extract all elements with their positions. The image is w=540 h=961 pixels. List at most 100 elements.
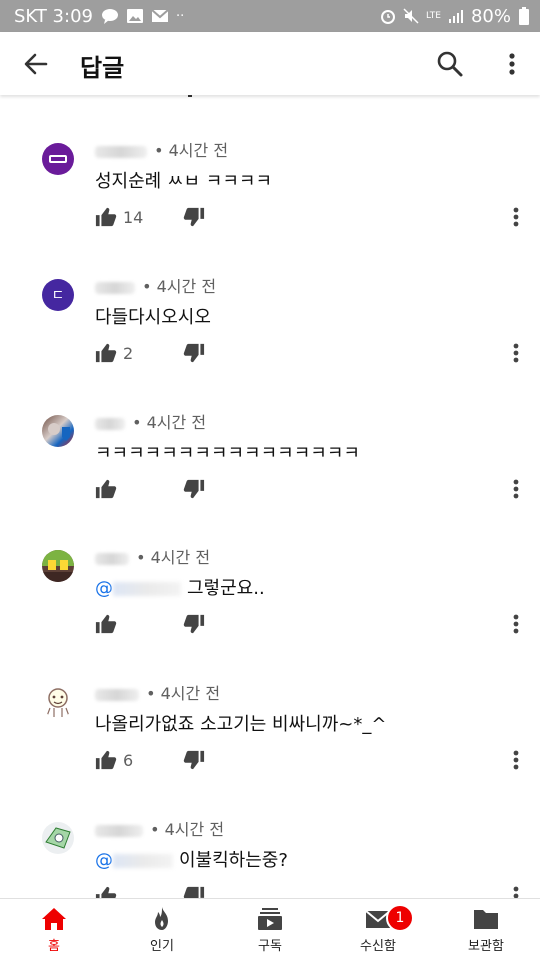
mention-link[interactable]: @ [95, 578, 113, 599]
gmail-icon [151, 9, 169, 22]
comment-time: • 4시간 전 [150, 820, 225, 839]
more-vert-icon[interactable] [505, 746, 527, 774]
comment-actions [95, 610, 205, 638]
avatar-picture-icon [48, 423, 70, 441]
more-options-icon[interactable] [498, 50, 526, 78]
like-icon[interactable] [95, 478, 117, 500]
comment-item: • 4시간 전 성지순례 ㅆㅂ ㅋㅋㅋㅋ 14 [0, 141, 540, 273]
comment-time: • 4시간 전 [132, 413, 207, 432]
back-arrow-icon[interactable] [22, 50, 50, 78]
avatar[interactable] [42, 143, 74, 175]
like-icon[interactable] [95, 885, 117, 898]
mention-link[interactable]: @ [95, 850, 113, 871]
avatar-sketch-icon [45, 827, 71, 849]
like-count: 6 [123, 750, 134, 770]
home-icon [42, 908, 66, 930]
nav-subscriptions[interactable]: 구독 [216, 899, 324, 961]
dislike-icon[interactable] [183, 342, 205, 364]
more-vert-icon[interactable] [505, 610, 527, 638]
more-notifications-icon: ·· [175, 8, 185, 24]
avatar[interactable]: ㄷ [42, 279, 74, 311]
mention-name-blurred[interactable] [113, 854, 173, 868]
nav-trending[interactable]: 인기 [108, 899, 216, 961]
comment-item: • 4시간 전 @ 이불킥하는중? [0, 820, 540, 898]
nav-label: 보관함 [468, 939, 504, 954]
system-icons: LTE 80% [380, 0, 530, 32]
like-count: 14 [123, 207, 144, 227]
battery-icon [519, 7, 529, 25]
previous-comment-actions [0, 95, 540, 97]
comment-meta: • 4시간 전 [95, 544, 210, 568]
comment-meta: • 4시간 전 [95, 273, 216, 297]
nav-home[interactable]: 홈 [0, 899, 108, 961]
mention-name-blurred[interactable] [113, 582, 181, 596]
dislike-icon[interactable] [183, 613, 205, 635]
subscriptions-icon [258, 908, 282, 930]
dislike-icon[interactable] [183, 885, 205, 898]
comment-meta: • 4시간 전 [95, 409, 206, 433]
author-name-blurred[interactable] [95, 417, 125, 430]
nav-library[interactable]: 보관함 [432, 899, 540, 961]
battery-level: 80% [470, 5, 511, 27]
comment-text: @ 그렇군요.. [95, 574, 265, 600]
avatar[interactable] [42, 415, 74, 447]
comment-body: 그렇군요.. [187, 578, 265, 599]
dislike-icon[interactable] [180, 95, 198, 97]
nav-inbox[interactable]: 1 수신함 [324, 899, 432, 961]
comment-text: 다들다시오시오 [95, 307, 211, 328]
notification-icons: ·· [101, 8, 184, 24]
comment-meta: • 4시간 전 [95, 816, 224, 840]
avatar[interactable] [42, 550, 74, 582]
author-name-blurred[interactable] [95, 552, 129, 565]
nav-label: 구독 [258, 939, 282, 954]
more-vert-icon[interactable] [505, 475, 527, 503]
comment-actions: 14 [95, 203, 205, 231]
comment-item: • 4시간 전 ㅋㅋㅋㅋㅋㅋㅋㅋㅋㅋㅋㅋㅋㅋㅋㅋ [0, 413, 540, 545]
avatar-picture-icon [42, 550, 74, 582]
comment-text: ㅋㅋㅋㅋㅋㅋㅋㅋㅋㅋㅋㅋㅋㅋㅋㅋ [95, 443, 360, 464]
author-name-blurred[interactable] [95, 688, 139, 701]
more-vert-icon[interactable] [505, 339, 527, 367]
comment-text: 나올리가없죠 소고기는 비싸니까~*_^ [95, 714, 387, 735]
like-icon[interactable] [95, 206, 117, 228]
comment-time: • 4시간 전 [136, 548, 211, 567]
avatar[interactable] [42, 686, 74, 718]
comment-actions [95, 475, 205, 503]
more-vert-icon[interactable] [505, 882, 527, 898]
like-icon[interactable] [95, 613, 117, 635]
comment-actions: 6 [95, 746, 205, 774]
lte-label: LTE [426, 11, 441, 21]
comment-item: ㄷ • 4시간 전 다들다시오시오 2 [0, 277, 540, 409]
dislike-icon[interactable] [183, 478, 205, 500]
dislike-icon[interactable] [183, 206, 205, 228]
signal-icon [448, 10, 463, 23]
avatar-logo-icon [49, 155, 67, 163]
search-icon[interactable] [436, 50, 464, 78]
author-name-blurred[interactable] [95, 824, 143, 837]
status-bar: SKT 3:09 ·· LTE 80% [0, 0, 540, 32]
carrier-time: SKT 3:09 [14, 5, 93, 27]
reply-list[interactable]: • 4시간 전 성지순례 ㅆㅂ ㅋㅋㅋㅋ 14 ㄷ • 4시간 전 다들다시오시… [0, 95, 540, 898]
more-vert-icon[interactable] [505, 203, 527, 231]
bottom-navigation: 홈 인기 구독 1 수신함 보관함 [0, 898, 540, 961]
comment-meta: • 4시간 전 [95, 137, 228, 161]
comment-item: • 4시간 전 @ 그렇군요.. [0, 548, 540, 680]
comment-actions [95, 882, 205, 898]
author-name-blurred[interactable] [95, 145, 147, 158]
mute-icon [403, 8, 419, 24]
like-icon[interactable] [95, 749, 117, 771]
nav-label: 수신함 [360, 939, 396, 954]
comment-time: • 4시간 전 [154, 141, 229, 160]
fire-icon [155, 907, 168, 930]
chat-icon [101, 9, 118, 24]
dislike-icon[interactable] [183, 749, 205, 771]
notification-badge: 1 [386, 904, 414, 932]
comment-meta: • 4시간 전 [95, 680, 220, 704]
avatar-letter: ㄷ [51, 288, 65, 304]
comment-body: 이불킥하는중? [179, 850, 288, 871]
author-name-blurred[interactable] [95, 281, 135, 294]
avatar[interactable] [42, 822, 74, 854]
comment-time: • 4시간 전 [146, 684, 221, 703]
like-icon[interactable] [95, 342, 117, 364]
alarm-icon [381, 10, 396, 24]
